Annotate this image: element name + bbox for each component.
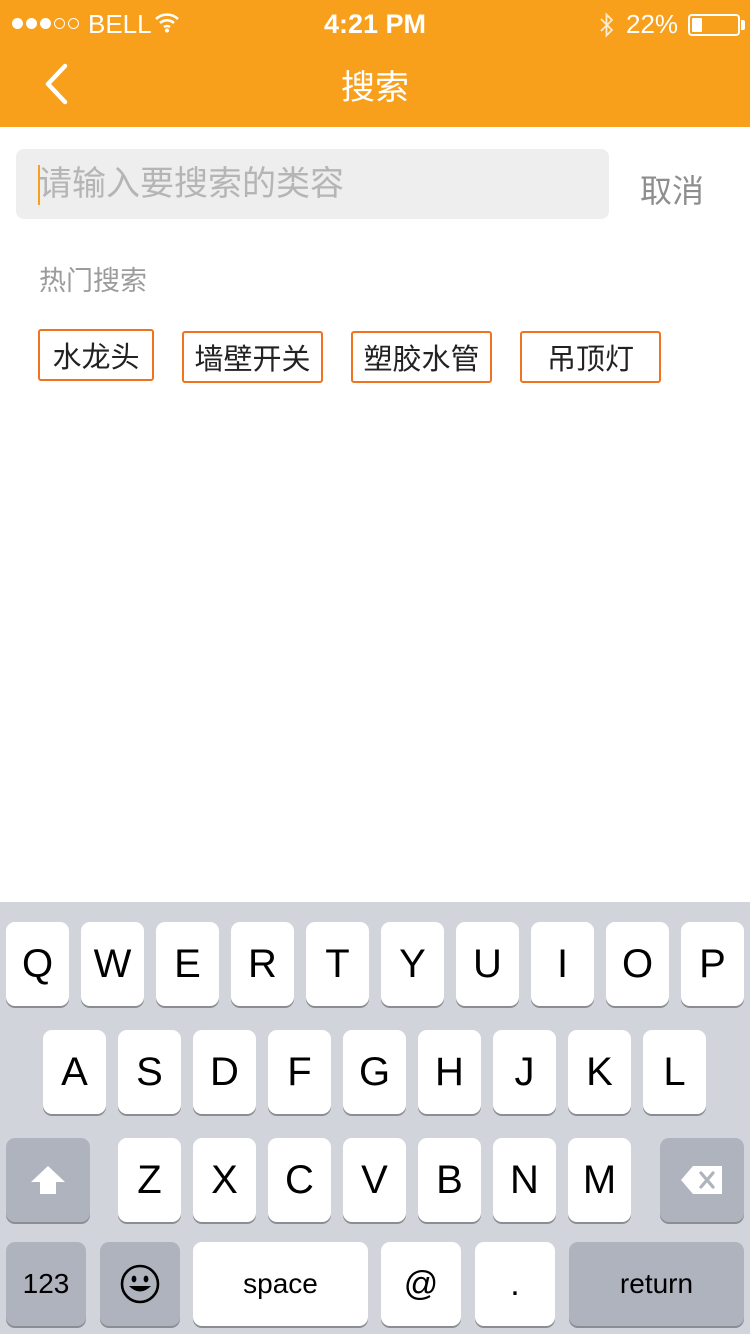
emoji-key[interactable] — [100, 1242, 180, 1326]
key-f[interactable]: F — [268, 1030, 331, 1114]
key-t[interactable]: T — [306, 922, 369, 1006]
search-input[interactable] — [38, 149, 598, 219]
key-a[interactable]: A — [43, 1030, 106, 1114]
hot-tag-3[interactable]: 吊顶灯 — [520, 331, 661, 383]
key-z[interactable]: Z — [118, 1138, 181, 1222]
key-i[interactable]: I — [531, 922, 594, 1006]
hot-tag-0[interactable]: 水龙头 — [38, 329, 154, 381]
key-c[interactable]: C — [268, 1138, 331, 1222]
space-key[interactable]: space — [193, 1242, 368, 1326]
key-y[interactable]: Y — [381, 922, 444, 1006]
text-cursor — [38, 165, 40, 205]
key-k[interactable]: K — [568, 1030, 631, 1114]
key-e[interactable]: E — [156, 922, 219, 1006]
emoji-face-icon — [120, 1264, 160, 1304]
key-u[interactable]: U — [456, 922, 519, 1006]
key-b[interactable]: B — [418, 1138, 481, 1222]
numbers-key[interactable]: 123 — [6, 1242, 86, 1326]
key-q[interactable]: Q — [6, 922, 69, 1006]
status-bar: BELL 4:21 PM 22% — [0, 0, 750, 50]
cancel-button[interactable]: 取消 — [640, 166, 704, 212]
battery-percent: 22% — [626, 9, 679, 39]
battery-icon — [688, 14, 740, 36]
nav-header: BELL 4:21 PM 22% 搜索 — [0, 0, 750, 127]
hot-tag-1[interactable]: 墙壁开关 — [182, 331, 323, 383]
key-p[interactable]: P — [681, 922, 744, 1006]
key-n[interactable]: N — [493, 1138, 556, 1222]
key-d[interactable]: D — [193, 1030, 256, 1114]
key-g[interactable]: G — [343, 1030, 406, 1114]
key-r[interactable]: R — [231, 922, 294, 1006]
backspace-icon — [681, 1166, 722, 1194]
hot-search-heading: 热门搜索 — [39, 266, 147, 297]
shift-arrow-icon — [31, 1166, 65, 1194]
search-box[interactable] — [16, 149, 609, 219]
battery-nub — [741, 20, 745, 30]
page-title: 搜索 — [341, 68, 409, 108]
keyboard: Q W E R T Y U I O P A S D F G H J K L Z … — [0, 902, 750, 1334]
delete-key[interactable] — [660, 1138, 744, 1222]
key-h[interactable]: H — [418, 1030, 481, 1114]
key-s[interactable]: S — [118, 1030, 181, 1114]
key-j[interactable]: J — [493, 1030, 556, 1114]
key-m[interactable]: M — [568, 1138, 631, 1222]
key-o[interactable]: O — [606, 922, 669, 1006]
key-l[interactable]: L — [643, 1030, 706, 1114]
bluetooth-icon — [600, 12, 614, 38]
hot-tag-2[interactable]: 塑胶水管 — [351, 331, 492, 383]
key-v[interactable]: V — [343, 1138, 406, 1222]
period-key[interactable]: . — [475, 1242, 555, 1326]
key-w[interactable]: W — [81, 922, 144, 1006]
return-key[interactable]: return — [569, 1242, 744, 1326]
key-x[interactable]: X — [193, 1138, 256, 1222]
at-key[interactable]: @ — [381, 1242, 461, 1326]
shift-key[interactable] — [6, 1138, 90, 1222]
